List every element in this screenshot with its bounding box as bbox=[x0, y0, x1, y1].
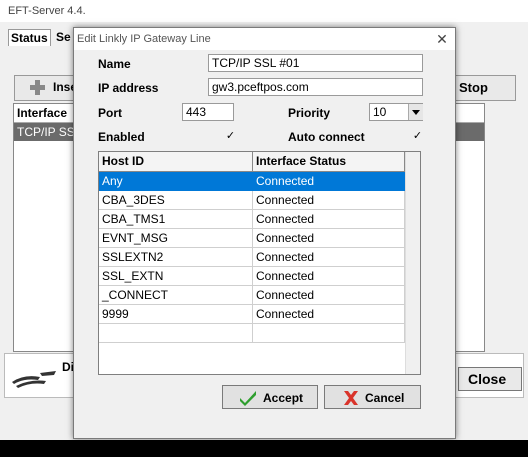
host-id-cell bbox=[99, 324, 253, 343]
ip-address-field[interactable]: gw3.pceftpos.com bbox=[208, 78, 423, 96]
dialog-titlebar: Edit Linkly IP Gateway Line ✕ bbox=[74, 28, 455, 50]
grid-scrollbar[interactable] bbox=[405, 152, 420, 374]
host-id-cell: 9999 bbox=[99, 305, 253, 324]
host-grid[interactable]: Host ID Interface Status Any Connected CBA… bbox=[98, 151, 421, 375]
accept-button[interactable]: Accept bbox=[222, 385, 318, 409]
host-grid-header: Host ID Interface Status bbox=[99, 152, 405, 172]
dialog-title: Edit Linkly IP Gateway Line bbox=[77, 33, 211, 45]
name-field[interactable]: TCP/IP SSL #01 bbox=[208, 54, 423, 72]
host-id-cell: Any bbox=[99, 172, 253, 191]
main-window-title: EFT-Server 4.4. bbox=[8, 5, 86, 17]
interface-status-cell: Connected bbox=[253, 210, 405, 229]
host-id-cell: CBA_TMS1 bbox=[99, 210, 253, 229]
accept-button-label: Accept bbox=[263, 391, 304, 405]
interface-status-cell bbox=[253, 324, 405, 343]
checkmark-icon bbox=[240, 391, 256, 406]
interface-status-cell: Connected bbox=[253, 172, 405, 191]
priority-label: Priority bbox=[288, 106, 331, 120]
cancel-button[interactable]: Cancel bbox=[324, 385, 421, 409]
enabled-label: Enabled bbox=[98, 130, 145, 144]
table-row[interactable]: 9999 Connected bbox=[99, 305, 405, 324]
auto-connect-checkbox[interactable]: ✓ bbox=[412, 131, 423, 142]
table-row[interactable]: CBA_3DES Connected bbox=[99, 191, 405, 210]
table-row[interactable]: SSLEXTN2 Connected bbox=[99, 248, 405, 267]
host-id-column-header[interactable]: Host ID bbox=[99, 152, 253, 171]
host-id-cell: EVNT_MSG bbox=[99, 229, 253, 248]
table-row[interactable]: Any Connected bbox=[99, 172, 405, 191]
interface-status-cell: Connected bbox=[253, 248, 405, 267]
interface-column-header[interactable]: Interface bbox=[17, 106, 67, 120]
app-logo-icon bbox=[12, 371, 56, 388]
stop-button-label: Stop bbox=[459, 80, 488, 95]
priority-dropdown-button[interactable] bbox=[408, 104, 423, 120]
close-button-label: Close bbox=[468, 371, 507, 387]
interface-status-cell: Connected bbox=[253, 229, 405, 248]
close-icon[interactable]: ✕ bbox=[434, 31, 450, 47]
tab-status[interactable]: Status bbox=[8, 29, 51, 46]
chevron-down-icon bbox=[412, 110, 420, 115]
table-row[interactable]: CBA_TMS1 Connected bbox=[99, 210, 405, 229]
interface-status-column-header[interactable]: Interface Status bbox=[253, 152, 405, 171]
host-id-cell: SSL_EXTN bbox=[99, 267, 253, 286]
enabled-checkbox[interactable]: ✓ bbox=[225, 131, 236, 142]
priority-value: 10 bbox=[373, 105, 387, 119]
table-row[interactable] bbox=[99, 324, 405, 343]
plus-icon bbox=[30, 80, 45, 95]
tab-second[interactable]: Se bbox=[56, 29, 71, 45]
insert-button[interactable]: Inse bbox=[14, 75, 80, 101]
table-row[interactable]: SSL_EXTN Connected bbox=[99, 267, 405, 286]
host-id-cell: _CONNECT bbox=[99, 286, 253, 305]
table-row[interactable]: EVNT_MSG Connected bbox=[99, 229, 405, 248]
interface-status-cell: Connected bbox=[253, 305, 405, 324]
stop-button[interactable]: Stop bbox=[454, 75, 516, 101]
interface-status-cell: Connected bbox=[253, 267, 405, 286]
ip-address-label: IP address bbox=[98, 81, 159, 95]
cancel-button-label: Cancel bbox=[365, 391, 405, 405]
host-id-cell: CBA_3DES bbox=[99, 191, 253, 210]
port-field[interactable]: 443 bbox=[182, 103, 234, 121]
name-label: Name bbox=[98, 57, 131, 71]
main-window-titlebar: EFT-Server 4.4. bbox=[0, 0, 528, 23]
close-button[interactable]: Close bbox=[458, 367, 522, 391]
interface-status-cell: Connected bbox=[253, 191, 405, 210]
cancel-x-icon bbox=[344, 391, 358, 405]
auto-connect-label: Auto connect bbox=[288, 130, 365, 144]
interface-status-cell: Connected bbox=[253, 286, 405, 305]
host-id-cell: SSLEXTN2 bbox=[99, 248, 253, 267]
interface-list-row-label: TCP/IP SSL bbox=[17, 125, 82, 139]
port-label: Port bbox=[98, 106, 122, 120]
table-row[interactable]: _CONNECT Connected bbox=[99, 286, 405, 305]
